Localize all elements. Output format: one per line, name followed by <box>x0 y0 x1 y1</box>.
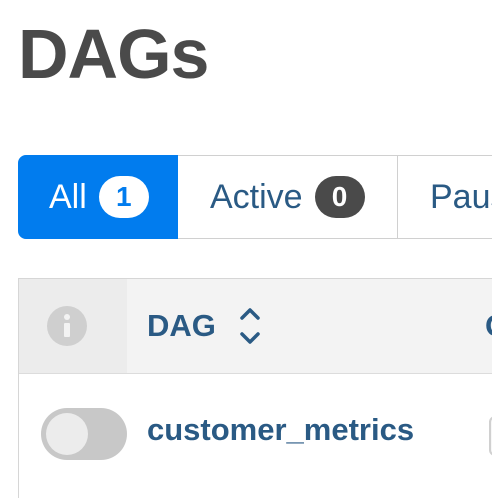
tab-active[interactable]: Active 0 <box>178 155 398 239</box>
table-row: customer_metrics <box>19 374 492 498</box>
dags-table: DAG O customer_metrics <box>18 278 492 498</box>
tab-active-label: Active <box>210 177 303 216</box>
dag-id-link[interactable]: customer_metrics <box>147 412 414 448</box>
next-column-header[interactable]: O <box>485 279 492 373</box>
info-column-header <box>19 279 127 373</box>
tab-paused[interactable]: Paus <box>398 155 492 239</box>
page-title: DAGs <box>18 15 209 93</box>
tab-active-count-badge: 0 <box>314 176 365 218</box>
dag-column-header[interactable]: DAG <box>147 279 262 373</box>
tab-all[interactable]: All 1 <box>18 155 178 239</box>
tab-all-label: All <box>49 177 87 216</box>
toggle-knob <box>46 413 88 455</box>
dag-pause-toggle[interactable] <box>41 408 127 460</box>
sort-icon[interactable] <box>238 304 262 348</box>
tab-all-count-badge: 1 <box>98 176 149 218</box>
next-column-label: O <box>485 308 492 344</box>
dag-column-label: DAG <box>147 308 216 343</box>
dags-page: DAGs All 1 Active 0 Paus DAG <box>0 0 492 498</box>
tab-paused-label: Paus <box>430 177 492 216</box>
status-filter-tabs: All 1 Active 0 Paus <box>18 155 492 239</box>
info-icon[interactable] <box>47 306 87 346</box>
table-header: DAG O <box>19 279 492 374</box>
